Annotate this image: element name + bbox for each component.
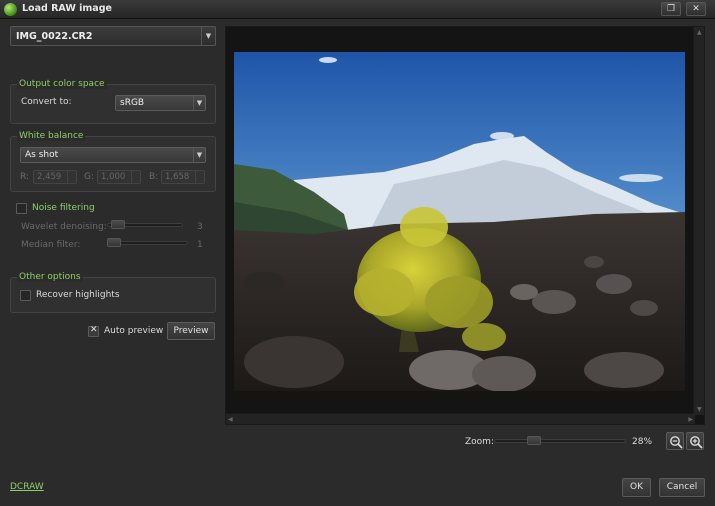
spin-arrows-icon[interactable] <box>67 171 76 183</box>
preview-area: ▲ ▼ ◀ ▶ <box>225 26 705 425</box>
scroll-up-icon[interactable]: ▲ <box>697 29 702 36</box>
chevron-down-icon: ▼ <box>193 148 205 162</box>
vertical-scrollbar[interactable]: ▲ ▼ <box>693 27 704 415</box>
other-options-title: Other options <box>17 272 83 282</box>
median-filter-label: Median filter: <box>21 240 81 250</box>
white-balance-group: White balance As shot ▼ R: 2,459 G: 1,00… <box>10 131 216 192</box>
r-spinbox[interactable]: 2,459 <box>33 170 77 184</box>
g-value: 1,000 <box>101 172 126 182</box>
r-value: 2,459 <box>37 172 62 182</box>
preview-button[interactable]: Preview <box>167 322 215 340</box>
auto-preview-label: Auto preview <box>104 326 164 336</box>
zoom-label: Zoom: <box>465 437 494 447</box>
zoom-in-icon[interactable] <box>686 432 704 450</box>
output-color-space-title: Output color space <box>17 79 107 89</box>
other-options-group: Other options Recover highlights <box>10 272 216 313</box>
scroll-down-icon[interactable]: ▼ <box>697 406 702 413</box>
white-balance-title: White balance <box>17 131 86 141</box>
r-label: R: <box>20 172 30 182</box>
wavelet-value: 3 <box>197 222 203 232</box>
file-select-value: IMG_0022.CR2 <box>16 31 93 42</box>
scroll-left-icon[interactable]: ◀ <box>228 416 233 423</box>
zoom-value: 28% <box>632 437 653 447</box>
recover-highlights-checkbox[interactable] <box>20 290 31 301</box>
horizontal-scrollbar[interactable]: ◀ ▶ <box>226 413 695 424</box>
output-color-space-group: Output color space Convert to: sRGB ▼ <box>10 79 216 124</box>
ok-button[interactable]: OK <box>622 478 651 497</box>
convert-to-select[interactable]: sRGB ▼ <box>115 95 206 111</box>
spin-arrows-icon[interactable] <box>131 171 140 183</box>
b-label: B: <box>149 172 159 182</box>
recover-highlights-label: Recover highlights <box>36 290 120 300</box>
chevron-down-icon: ▼ <box>201 27 215 45</box>
wavelet-denoising-label: Wavelet denoising: <box>21 222 107 232</box>
zoom-out-icon[interactable] <box>666 432 684 450</box>
g-spinbox[interactable]: 1,000 <box>97 170 141 184</box>
zoom-slider-thumb[interactable] <box>527 436 542 445</box>
median-slider-thumb[interactable] <box>107 238 121 247</box>
convert-to-label: Convert to: <box>21 97 72 107</box>
file-select[interactable]: IMG_0022.CR2 ▼ <box>10 26 216 46</box>
preview-image <box>234 52 685 391</box>
white-balance-value: As shot <box>25 150 59 160</box>
white-balance-select[interactable]: As shot ▼ <box>20 147 206 163</box>
title-bar: Load RAW image ❐ ✕ <box>0 0 715 19</box>
noise-filtering-title: Noise filtering <box>32 203 95 213</box>
wavelet-slider-thumb[interactable] <box>111 220 125 229</box>
g-label: G: <box>84 172 95 182</box>
chevron-down-icon: ▼ <box>193 96 205 110</box>
close-button[interactable]: ✕ <box>686 2 706 16</box>
scroll-right-icon[interactable]: ▶ <box>688 416 693 423</box>
median-value: 1 <box>197 240 203 250</box>
convert-to-value: sRGB <box>120 98 145 108</box>
dcraw-link[interactable]: DCRAW <box>10 482 44 492</box>
restore-button[interactable]: ❐ <box>661 2 681 16</box>
app-logo-icon <box>4 3 17 16</box>
cancel-button[interactable]: Cancel <box>659 478 705 497</box>
b-spinbox[interactable]: 1,658 <box>161 170 205 184</box>
b-value: 1,658 <box>165 172 190 182</box>
noise-filtering-checkbox[interactable] <box>16 203 27 214</box>
landscape-photo <box>234 52 685 391</box>
zoom-slider-track[interactable] <box>494 439 626 443</box>
window-title: Load RAW image <box>22 3 112 14</box>
spin-arrows-icon[interactable] <box>195 171 204 183</box>
auto-preview-checkbox[interactable] <box>88 325 99 337</box>
